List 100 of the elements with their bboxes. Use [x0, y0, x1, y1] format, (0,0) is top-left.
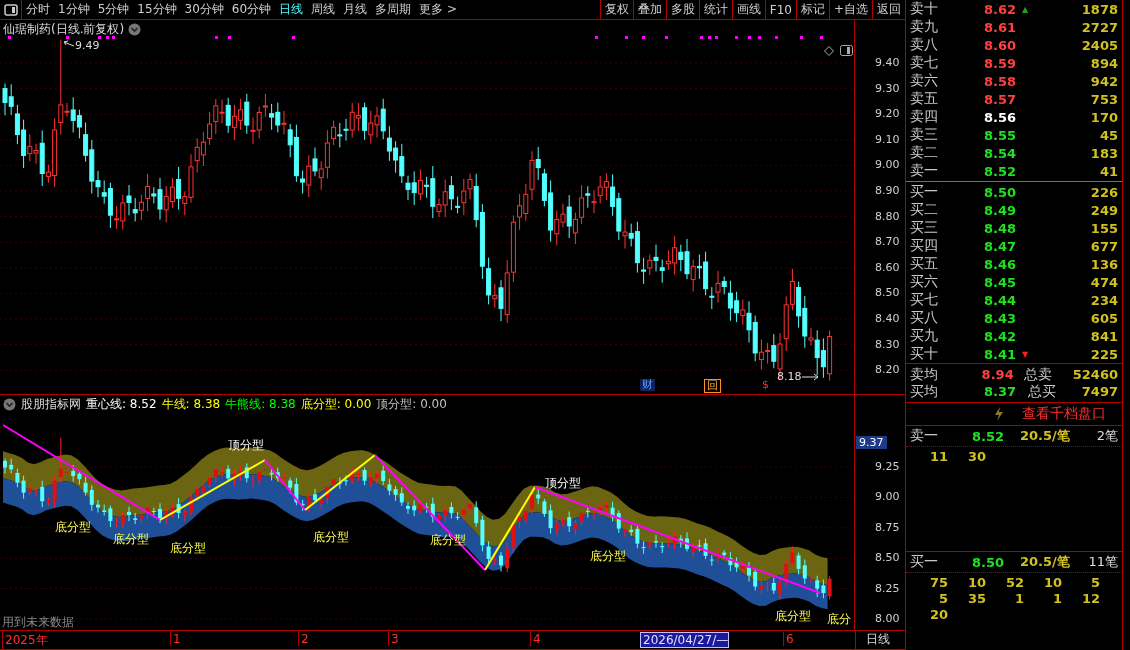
price-value: 8.50	[972, 554, 1006, 570]
average-size: 20.5/笔	[1020, 553, 1071, 571]
current-value-tag: 9.37	[856, 436, 887, 449]
toolbar-button[interactable]: 标记	[795, 0, 829, 19]
price-value: 8.45	[984, 274, 1018, 290]
legend-value: 重心线: 8.52	[86, 396, 157, 413]
period-tab[interactable]: 多周期	[371, 0, 416, 19]
limit-arrow-icon: ▲	[1022, 4, 1029, 14]
volume-value: 2727	[1080, 19, 1118, 35]
period-tab[interactable]: 1分钟	[54, 0, 94, 19]
axis-label: 9.10	[875, 132, 900, 146]
price-value: 8.41	[984, 346, 1018, 362]
axis-label: 8.40	[875, 312, 900, 325]
price-value: 8.94	[981, 367, 1015, 382]
toolbar-button[interactable]: 复权	[599, 0, 633, 19]
order-size: 30	[966, 449, 986, 464]
level-label: 买九	[910, 327, 939, 345]
level-label: 卖八	[910, 36, 939, 54]
axis-label: 8.60	[875, 260, 900, 274]
order-count: 2笔	[1095, 427, 1118, 445]
axis-label: 8.20	[875, 363, 900, 377]
pattern-label: 顶分型	[228, 437, 264, 454]
depth-view-link[interactable]: 查看千档盘口	[1022, 405, 1106, 423]
level-label: 卖七	[910, 54, 939, 72]
period-tab[interactable]: 5分钟	[93, 0, 134, 19]
order-size: 1	[1013, 591, 1024, 606]
axis-label: 9.40	[875, 56, 900, 69]
toolbar-button[interactable]: 统计	[698, 0, 732, 19]
time-axis-label: 6	[783, 632, 794, 646]
event-marker[interactable]: $	[760, 379, 771, 391]
legend-value: 底分型: 0.00	[300, 396, 372, 413]
price-value: 8.62	[984, 1, 1018, 17]
volume-value: 183	[1089, 145, 1118, 161]
order-size: 10	[1042, 575, 1062, 590]
period-tab[interactable]: 日线	[275, 0, 308, 19]
volume-value: 226	[1089, 184, 1118, 200]
level-label: 买三	[910, 219, 939, 237]
price-value: 8.37	[984, 384, 1018, 399]
axis-label: 8.50	[875, 286, 900, 300]
volume-value: 7497	[1080, 384, 1118, 399]
period-tab[interactable]: 15分钟	[133, 0, 181, 19]
toolbar-button[interactable]: 画线	[731, 0, 765, 19]
order-size: 1	[1051, 591, 1062, 606]
period-tab[interactable]: 月线	[339, 0, 372, 19]
volume-value: 170	[1089, 109, 1118, 125]
volume-value: 841	[1089, 328, 1118, 344]
period-tab[interactable]: 30分钟	[180, 0, 228, 19]
price-value: 8.56	[984, 109, 1018, 125]
price-value: 8.55	[984, 127, 1018, 143]
summary-label: 卖均	[910, 365, 939, 384]
price-value: 8.44	[984, 292, 1018, 308]
level-label: 卖一	[910, 162, 939, 180]
level-label: 卖三	[910, 126, 939, 144]
pattern-label: 顶分型	[545, 475, 581, 492]
volume-value: 605	[1089, 310, 1118, 326]
order-size: 35	[966, 591, 986, 606]
volume-value: 45	[1098, 127, 1118, 143]
price-value: 8.52	[984, 163, 1018, 179]
level-label: 买二	[910, 201, 939, 219]
toolbar-button[interactable]: 叠加	[632, 0, 666, 19]
volume-value: 52460	[1072, 367, 1118, 382]
period-tab[interactable]: 分时	[22, 0, 54, 19]
period-tab[interactable]: 更多 >	[415, 0, 461, 19]
toolbar-button[interactable]: 多股	[665, 0, 699, 19]
level-label: 买六	[910, 273, 939, 291]
level-label: 买十	[910, 345, 939, 363]
indicator-name: 股朋指标网	[21, 396, 81, 413]
level-label: 买七	[910, 291, 939, 309]
order-size: 75	[928, 575, 948, 590]
order-size: 52	[1004, 575, 1024, 590]
volume-value: 942	[1089, 73, 1118, 89]
legend-value: 牛线: 8.38	[161, 396, 221, 413]
pattern-label: 底分型	[590, 548, 626, 565]
axis-label: 9.20	[875, 107, 900, 121]
toolbar-button[interactable]: F10	[764, 0, 796, 19]
level-label: 买四	[910, 237, 939, 255]
level-label: 卖五	[910, 90, 939, 108]
event-marker[interactable]: 回	[704, 379, 721, 393]
level-label: 买八	[910, 309, 939, 327]
axis-label: 9.00	[875, 490, 900, 504]
price-value: 8.54	[984, 145, 1018, 161]
order-size: 12	[1080, 591, 1100, 606]
volume-value: 155	[1089, 220, 1118, 236]
warning-note: 用到未来数据	[2, 614, 74, 630]
period-tab[interactable]: 周线	[307, 0, 340, 19]
price-value: 8.58	[984, 73, 1018, 89]
level-label: 买一	[910, 183, 939, 201]
volume-value: 1878	[1080, 1, 1118, 17]
toolbar-button[interactable]: 返回	[872, 0, 905, 19]
event-marker[interactable]: 财	[640, 379, 655, 391]
price-value: 8.46	[984, 256, 1018, 272]
axis-label: 9.30	[875, 81, 900, 95]
time-axis-label: 2026/04/27/—	[640, 632, 730, 648]
price-value: 8.48	[984, 220, 1018, 236]
price-value: 8.49	[984, 202, 1018, 218]
toolbar-button[interactable]: +自选	[828, 0, 872, 19]
period-tab[interactable]: 60分钟	[227, 0, 276, 19]
order-size: 11	[928, 449, 948, 464]
axis-label: 8.75	[875, 520, 900, 534]
pattern-label: 底分型	[170, 540, 206, 557]
